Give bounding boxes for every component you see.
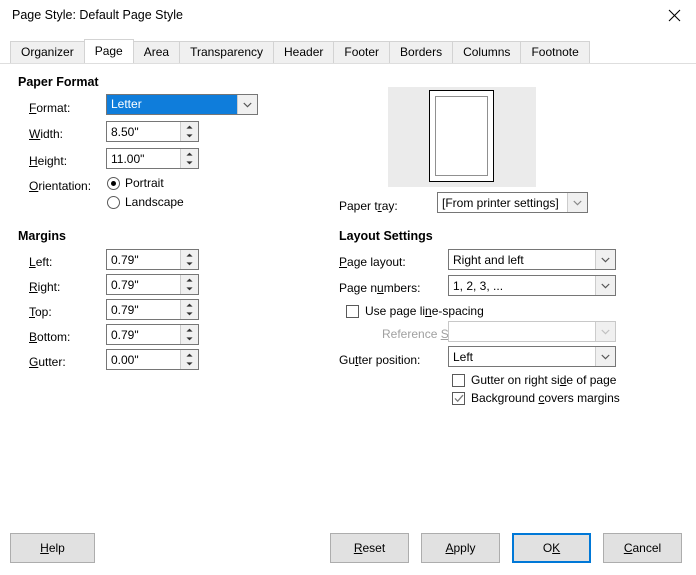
gutter-position-combobox[interactable]: Left (448, 346, 616, 367)
margin-bottom-value: 0.79" (111, 327, 139, 342)
format-label: Format: (29, 101, 71, 115)
margin-left-stepper[interactable] (180, 250, 198, 269)
tab-page[interactable]: Page (83, 39, 134, 63)
radio-landscape-indicator (107, 195, 120, 209)
reset-button-label: Reset (353, 541, 386, 555)
chevron-down-icon[interactable] (237, 95, 257, 114)
radio-portrait-indicator (107, 176, 120, 190)
checkbox-background-covers-margins[interactable]: Background covers margins (452, 391, 620, 405)
page-layout-combobox[interactable]: Right and left (448, 249, 616, 270)
checkbox-gutter-on-right-label: Gutter on right side of page (471, 373, 617, 387)
page-numbers-value: 1, 2, 3, ... (453, 278, 504, 293)
height-stepper[interactable] (180, 149, 198, 168)
layout-settings-heading: Layout Settings (339, 229, 433, 243)
page-layout-value: Right and left (453, 252, 524, 267)
checkbox-gutter-on-right[interactable]: Gutter on right side of page (452, 373, 616, 387)
cancel-button-label: Cancel (623, 541, 662, 555)
margin-gutter-stepper[interactable] (180, 350, 198, 369)
margin-bottom-stepper[interactable] (180, 325, 198, 344)
radio-portrait[interactable]: Portrait (107, 176, 164, 190)
margin-gutter-label: Gutter: (29, 355, 66, 369)
height-label: Height: (29, 154, 68, 168)
chevron-down-icon (595, 322, 615, 341)
margin-right-value: 0.79" (111, 277, 139, 292)
page-tab-panel: Paper Format Format: Letter Width: 8.50"… (0, 63, 696, 522)
help-button[interactable]: Help (10, 533, 95, 563)
paper-tray-label: Paper tray: (339, 199, 398, 213)
margin-top-label: Top: (29, 305, 52, 319)
ok-button[interactable]: OK (512, 533, 591, 563)
page-numbers-combobox[interactable]: 1, 2, 3, ... (448, 275, 616, 296)
apply-button[interactable]: Apply (421, 533, 500, 563)
width-stepper[interactable] (180, 122, 198, 141)
cancel-button[interactable]: Cancel (603, 533, 682, 563)
margin-gutter-value: 0.00" (111, 352, 139, 367)
format-combobox[interactable]: Letter (106, 94, 258, 115)
reference-style-combobox (448, 321, 616, 342)
gutter-position-value: Left (453, 349, 474, 364)
checkbox-background-covers-margins-label: Background covers margins (471, 391, 620, 405)
page-layout-label: Page layout: (339, 255, 406, 269)
dialog-title: Page Style: Default Page Style (12, 8, 183, 22)
chevron-down-icon[interactable] (595, 276, 615, 295)
reset-button[interactable]: Reset (330, 533, 409, 563)
page-preview-sheet (429, 90, 494, 182)
tab-borders[interactable]: Borders (389, 41, 454, 63)
close-icon[interactable] (652, 0, 696, 30)
button-bar: Help Reset Apply OK Cancel (0, 521, 696, 575)
margin-top-field[interactable]: 0.79" (106, 299, 199, 320)
paper-tray-value: [From printer settings] (442, 195, 559, 210)
tab-footnote[interactable]: Footnote (520, 41, 590, 63)
margin-top-value: 0.79" (111, 302, 139, 317)
tab-footer[interactable]: Footer (333, 41, 391, 63)
height-field[interactable]: 11.00" (106, 148, 199, 169)
margin-right-stepper[interactable] (180, 275, 198, 294)
checkbox-gutter-on-right-box (452, 373, 465, 387)
width-field[interactable]: 8.50" (106, 121, 199, 142)
margin-left-label: Left: (29, 255, 53, 269)
margin-left-value: 0.79" (111, 252, 139, 267)
page-numbers-label: Page numbers: (339, 281, 421, 295)
height-value: 11.00" (111, 151, 145, 166)
page-preview (388, 87, 536, 187)
tab-organizer[interactable]: Organizer (10, 41, 85, 63)
checkbox-use-page-line-spacing[interactable]: Use page line-spacing (346, 304, 484, 318)
chevron-down-icon[interactable] (595, 347, 615, 366)
checkbox-background-covers-margins-box (452, 391, 465, 405)
help-button-label: Help (40, 541, 65, 555)
page-preview-margin-box (435, 96, 488, 176)
chevron-down-icon[interactable] (567, 193, 587, 212)
margins-heading: Margins (18, 229, 66, 243)
margin-right-label: Right: (29, 280, 61, 294)
tab-columns[interactable]: Columns (452, 41, 522, 63)
tab-header[interactable]: Header (273, 41, 335, 63)
paper-tray-combobox[interactable]: [From printer settings] (437, 192, 588, 213)
margin-left-field[interactable]: 0.79" (106, 249, 199, 270)
margin-gutter-field[interactable]: 0.00" (106, 349, 199, 370)
width-label: Width: (29, 127, 64, 141)
apply-button-label: Apply (445, 541, 476, 555)
width-value: 8.50" (111, 124, 139, 139)
paper-format-heading: Paper Format (18, 75, 99, 89)
radio-landscape[interactable]: Landscape (107, 195, 184, 209)
tab-transparency[interactable]: Transparency (179, 41, 274, 63)
radio-portrait-label: Portrait (125, 176, 164, 190)
checkbox-use-page-line-spacing-label: Use page line-spacing (365, 304, 484, 318)
chevron-down-icon[interactable] (595, 250, 615, 269)
margin-bottom-field[interactable]: 0.79" (106, 324, 199, 345)
tab-area[interactable]: Area (132, 41, 181, 63)
ok-button-label: OK (542, 541, 561, 555)
title-bar: Page Style: Default Page Style (0, 0, 696, 30)
format-value: Letter (107, 95, 237, 114)
margin-top-stepper[interactable] (180, 300, 198, 319)
gutter-position-label: Gutter position: (339, 353, 421, 367)
radio-landscape-label: Landscape (125, 195, 184, 209)
tab-strip: Organizer Page Area Transparency Header … (10, 39, 590, 63)
margin-right-field[interactable]: 0.79" (106, 274, 199, 295)
orientation-label: Orientation: (29, 179, 92, 193)
margin-bottom-label: Bottom: (29, 330, 71, 344)
checkbox-use-page-line-spacing-box (346, 304, 359, 318)
